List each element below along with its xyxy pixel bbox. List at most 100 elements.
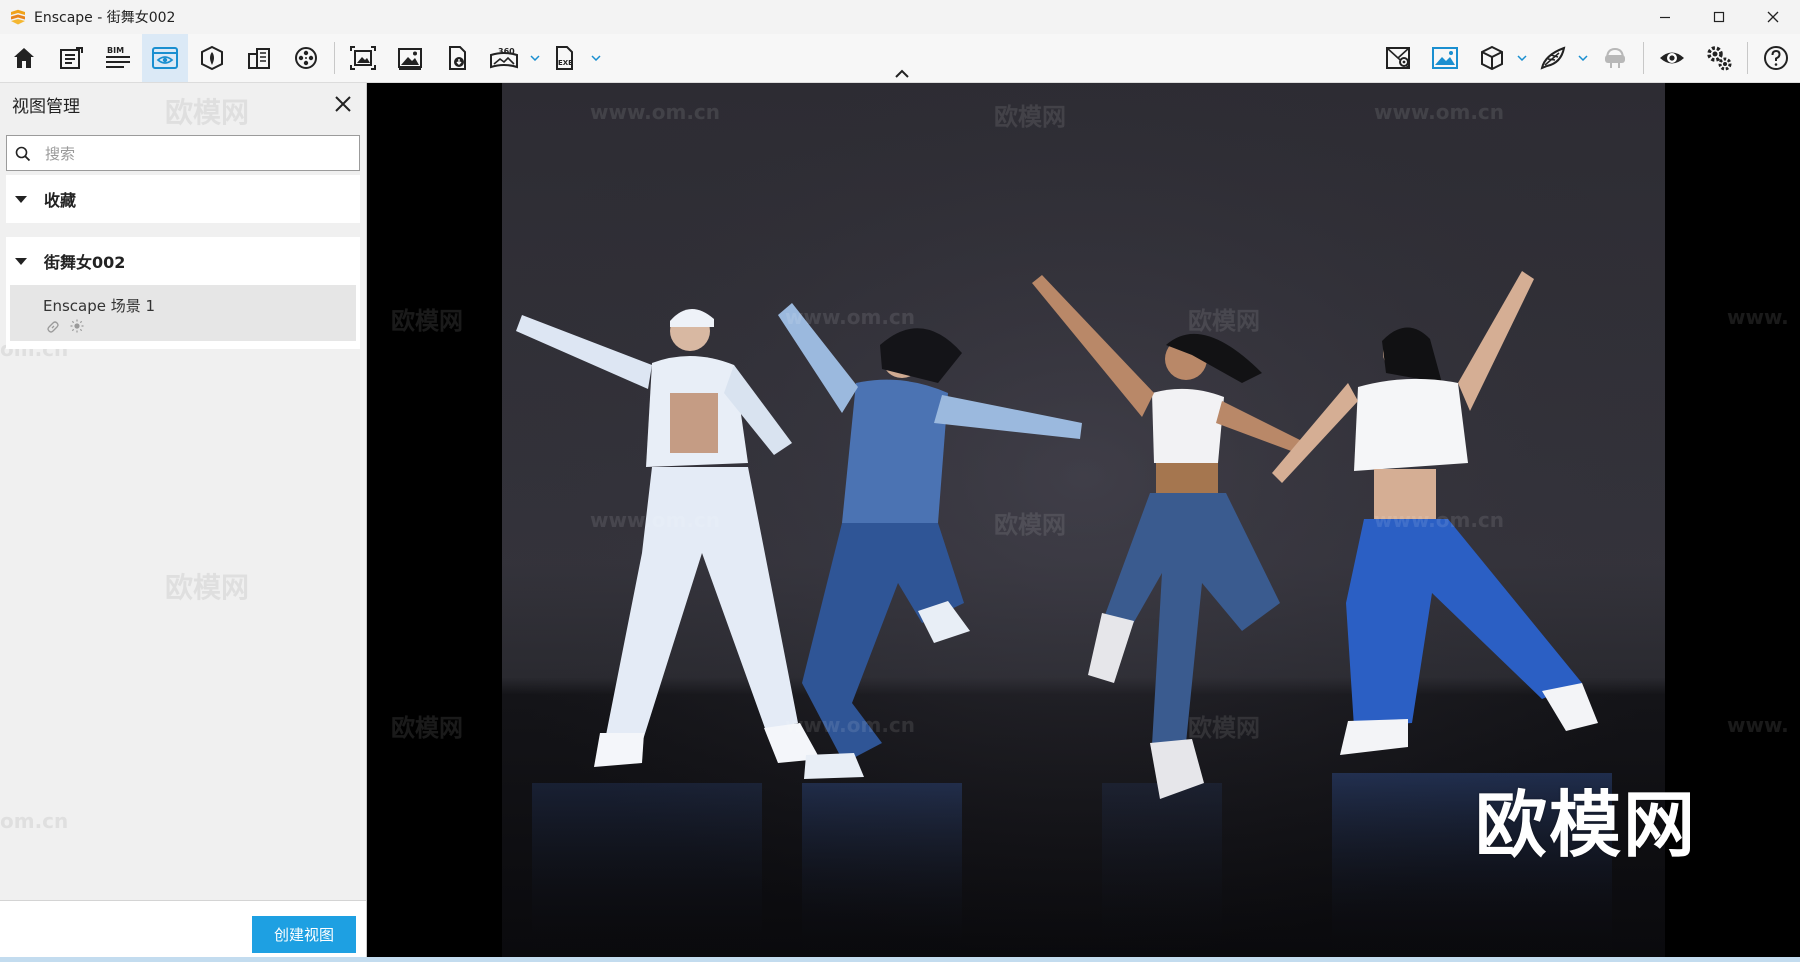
bim-button[interactable]: BIM (95, 34, 141, 82)
asset-library-button[interactable] (189, 34, 235, 82)
image-icon (398, 48, 422, 70)
watermark-url: www.om.cn (1374, 100, 1505, 124)
view-management-panel: 欧模网 欧模网 om.cn om.cn 视图管理 收藏 街舞女002 Ensca… (0, 83, 367, 963)
toolbar-separator (1747, 42, 1748, 74)
help-icon (1764, 46, 1788, 70)
eye-icon (1660, 52, 1684, 64)
section-label: 街舞女002 (44, 253, 126, 272)
link-icon[interactable] (46, 320, 60, 334)
collapse-toolbar-chevron-icon[interactable] (893, 68, 911, 80)
view-manager-button[interactable] (142, 34, 188, 82)
minimize-button[interactable] (1638, 0, 1692, 34)
video-editor-button[interactable] (283, 34, 329, 82)
site-context-button[interactable] (236, 34, 282, 82)
watermark-url: www.om.cn (590, 508, 721, 532)
chevron-down-icon (591, 55, 601, 61)
watermark-fragment: www. (1727, 305, 1789, 329)
home-icon (14, 48, 34, 68)
show-hide-button[interactable] (1649, 34, 1695, 82)
panorama-dropdown[interactable] (528, 50, 542, 66)
toolbar-separator (334, 42, 335, 74)
vr-headset-icon (1605, 47, 1625, 68)
watermark-url: www.om.cn (785, 305, 916, 329)
minimap-icon (1386, 47, 1410, 69)
bim-icon: BIM (106, 46, 130, 68)
fly-mode-icon (1540, 46, 1566, 70)
notes-button[interactable] (48, 34, 94, 82)
window-title: Enscape - 街舞女002 (34, 10, 176, 26)
panel-footer: 创建视图 (0, 900, 366, 963)
cube-view-dropdown[interactable] (1515, 50, 1529, 66)
svg-text:EXE: EXE (558, 59, 573, 67)
render-viewport[interactable]: www.om.cn 欧模网 www.om.cn 欧模网 www.om.cn 欧模… (367, 83, 1800, 957)
caret-down-icon (15, 196, 27, 203)
help-button[interactable] (1753, 34, 1799, 82)
panel-title: 视图管理 (12, 97, 80, 117)
project-section: 街舞女002 Enscape 场景 1 (6, 237, 360, 349)
view-name: Enscape 场景 1 (43, 297, 156, 315)
render-image-button[interactable] (387, 34, 433, 82)
vr-headset-button[interactable] (1592, 34, 1638, 82)
panorama-button[interactable]: 360 (481, 34, 527, 82)
search-input[interactable] (43, 139, 357, 169)
watermark-url: www.om.cn (785, 713, 916, 737)
watermark-brand: 欧模网 (994, 103, 1066, 131)
bottom-edge-strip (0, 957, 1800, 962)
search-field[interactable] (6, 135, 360, 171)
sun-icon[interactable] (70, 319, 84, 333)
watermark-url: www.om.cn (590, 100, 721, 124)
chevron-down-icon (1578, 55, 1588, 61)
svg-text:BIM: BIM (107, 46, 124, 55)
export-file-button[interactable] (434, 34, 480, 82)
exe-export-dropdown[interactable] (589, 50, 603, 66)
maximize-button[interactable] (1692, 0, 1746, 34)
notes-icon (60, 47, 83, 69)
section-label: 收藏 (44, 191, 77, 210)
watermark-brand: 欧模网 (1188, 307, 1260, 335)
gears-icon (1707, 46, 1732, 71)
watermark-brand: 欧模网 (391, 307, 463, 335)
brand-overlay-watermark: 欧模网 (1475, 783, 1698, 867)
search-icon (15, 146, 31, 162)
watermark-brand: 欧模网 (994, 511, 1066, 539)
caret-down-icon (15, 258, 27, 265)
film-reel-icon (295, 47, 317, 69)
view-list-item[interactable]: Enscape 场景 1 (10, 285, 356, 341)
panel-close-button[interactable] (330, 91, 356, 117)
panel-watermark-brand: 欧模网 (165, 96, 250, 129)
asset-library-icon (201, 45, 223, 71)
batch-render-icon (350, 46, 376, 70)
close-icon (335, 96, 351, 112)
export-file-icon (449, 46, 466, 70)
watermark-url: www.om.cn (1374, 508, 1505, 532)
minimize-icon (1660, 16, 1670, 19)
create-view-button[interactable]: 创建视图 (252, 916, 356, 953)
maximize-icon (1713, 11, 1725, 23)
cube-view-button[interactable] (1469, 34, 1515, 82)
view-manager-icon (152, 47, 178, 69)
visual-settings-button[interactable] (1422, 34, 1468, 82)
close-window-button[interactable] (1746, 0, 1800, 34)
enscape-logo-icon (11, 9, 25, 25)
settings-button[interactable] (1696, 34, 1742, 82)
project-header[interactable]: 街舞女002 (6, 237, 360, 285)
favorites-header[interactable]: 收藏 (6, 175, 360, 223)
exe-export-icon: EXE (556, 46, 573, 70)
fly-mode-dropdown[interactable] (1576, 50, 1590, 66)
batch-render-button[interactable] (340, 34, 386, 82)
favorites-section: 收藏 (6, 175, 360, 223)
exe-export-button[interactable]: EXE (542, 34, 588, 82)
minimap-button[interactable] (1375, 34, 1421, 82)
visual-settings-icon (1432, 47, 1458, 69)
title-bar: Enscape - 街舞女002 (0, 0, 1800, 35)
toolbar-separator (1643, 42, 1644, 74)
panorama-360-icon: 360 (490, 47, 518, 69)
buildings-icon (248, 48, 270, 69)
close-icon (1767, 11, 1779, 23)
chevron-down-icon (530, 55, 540, 61)
home-button[interactable] (1, 34, 47, 82)
watermark-brand: 欧模网 (391, 714, 463, 742)
fly-mode-button[interactable] (1530, 34, 1576, 82)
panel-watermark-fragment: om.cn (0, 809, 69, 833)
cube-view-icon (1481, 45, 1503, 71)
